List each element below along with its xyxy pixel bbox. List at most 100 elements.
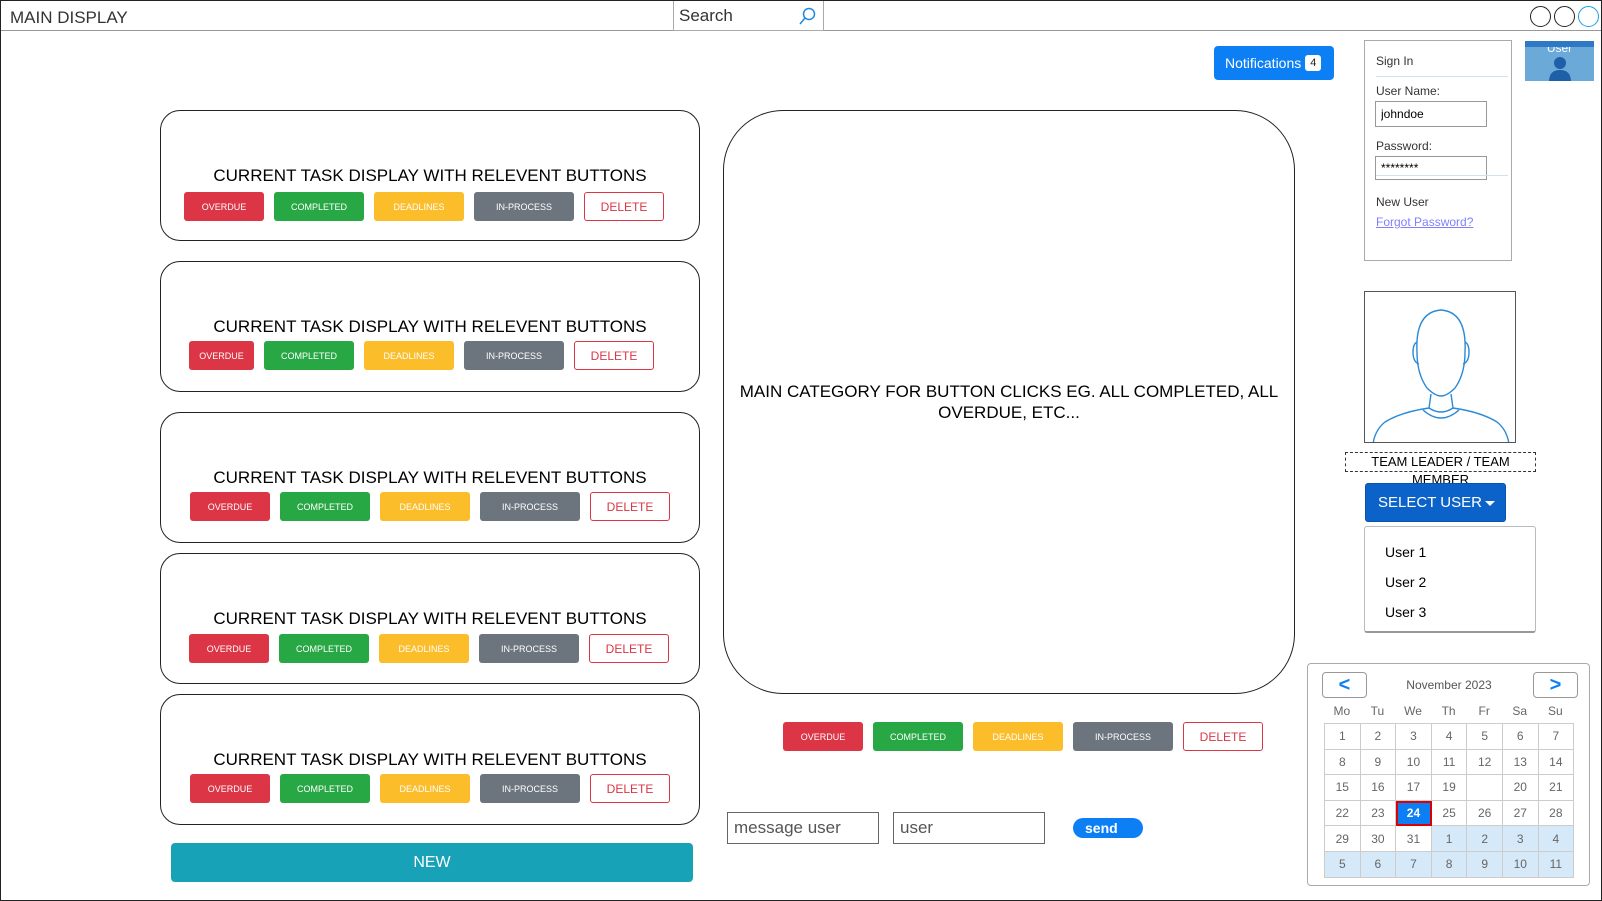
calendar-day[interactable]: 23 [1360,800,1397,827]
maximize-icon[interactable] [1554,6,1575,27]
username-field[interactable] [1375,101,1487,127]
delete-button[interactable]: DELETE [574,341,654,370]
calendar-day[interactable]: 22 [1325,800,1361,827]
calendar-day[interactable]: 25 [1431,800,1468,827]
calendar-day[interactable]: 10 [1502,851,1539,878]
deadlines-button[interactable]: DEADLINES [374,192,464,221]
delete-button[interactable]: DELETE [590,492,670,521]
calendar-day[interactable]: 4 [1431,724,1468,750]
task-button-row: OVERDUE COMPLETED DEADLINES IN-PROCESS D… [189,634,679,663]
forgot-password-link[interactable]: Forgot Password? [1376,215,1473,229]
calendar-day[interactable]: 19 [1431,775,1468,801]
calendar-day[interactable]: 17 [1396,775,1432,801]
calendar-day[interactable]: 15 [1325,775,1361,801]
calendar-day[interactable]: 8 [1431,851,1468,878]
calendar-day[interactable]: 9 [1360,749,1397,776]
overdue-button[interactable]: OVERDUE [189,634,269,663]
in-process-button[interactable]: IN-PROCESS [480,492,580,521]
calendar-day[interactable]: 21 [1538,775,1575,801]
completed-button[interactable]: COMPLETED [280,774,370,803]
deadlines-button[interactable]: DEADLINES [379,634,469,663]
deadlines-button[interactable]: DEADLINES [380,774,470,803]
calendar-day[interactable]: 14 [1538,749,1575,776]
notifications-button[interactable]: Notifications 4 [1214,46,1334,80]
calendar-day[interactable]: 2 [1467,826,1503,852]
calendar-day[interactable]: 6 [1502,724,1539,750]
in-process-button[interactable]: IN-PROCESS [1073,722,1173,751]
calendar-day[interactable]: 30 [1360,826,1397,852]
password-field[interactable] [1375,156,1487,180]
calendar-day[interactable]: 3 [1396,724,1432,750]
overdue-button[interactable]: OVERDUE [190,492,270,521]
calendar-day[interactable]: 2 [1360,724,1397,750]
profile-avatar [1364,291,1516,443]
search-box[interactable] [673,1,824,31]
completed-button[interactable]: COMPLETED [274,192,364,221]
calendar-day[interactable]: 5 [1325,851,1361,878]
calendar-day[interactable]: 27 [1502,800,1539,827]
calendar-day[interactable]: 16 [1360,775,1397,801]
calendar-day[interactable]: 1 [1325,724,1361,750]
new-user-link[interactable]: New User [1376,195,1429,209]
completed-button[interactable]: COMPLETED [280,492,370,521]
delete-button[interactable]: DELETE [589,634,669,663]
search-icon[interactable] [797,6,817,26]
in-process-button[interactable]: IN-PROCESS [464,341,564,370]
in-process-button[interactable]: IN-PROCESS [474,192,574,221]
completed-button[interactable]: COMPLETED [264,341,354,370]
calendar-day[interactable]: 8 [1325,749,1361,776]
calendar-day[interactable]: 7 [1538,724,1575,750]
calendar-day[interactable]: 29 [1325,826,1361,852]
close-icon[interactable] [1578,6,1599,27]
user-option[interactable]: User 3 [1385,604,1426,620]
overdue-button[interactable]: OVERDUE [189,341,254,370]
calendar-day[interactable]: 1 [1431,826,1468,852]
new-task-button[interactable]: NEW [171,843,693,882]
task-button-row: OVERDUE COMPLETED DEADLINES IN-PROCESS D… [190,774,680,803]
overdue-button[interactable]: OVERDUE [783,722,863,751]
user-account-tile[interactable]: User [1525,41,1594,81]
message-user-input[interactable] [727,812,879,844]
prev-month-button[interactable]: < [1322,672,1367,698]
delete-button[interactable]: DELETE [590,774,670,803]
recipient-user-input[interactable] [893,812,1045,844]
next-month-button[interactable]: > [1533,672,1578,698]
calendar-day-selected[interactable]: 24 [1396,800,1432,827]
calendar-day[interactable]: 11 [1431,749,1468,776]
user-option[interactable]: User 1 [1385,544,1426,560]
calendar-day[interactable]: 10 [1396,749,1432,776]
main-button-row: OVERDUE COMPLETED DEADLINES IN-PROCESS D… [783,722,1273,751]
calendar-day[interactable]: 26 [1467,800,1503,827]
calendar-day[interactable]: 28 [1538,800,1575,827]
overdue-button[interactable]: OVERDUE [184,192,264,221]
send-button[interactable]: send [1073,818,1143,838]
in-process-button[interactable]: IN-PROCESS [480,774,580,803]
calendar-day[interactable]: 11 [1538,851,1575,878]
calendar-day[interactable]: 3 [1502,826,1539,852]
top-bar: MAIN DISPLAY [1,1,1601,31]
calendar-day[interactable]: 4 [1538,826,1575,852]
user-option[interactable]: User 2 [1385,574,1426,590]
task-card: CURRENT TASK DISPLAY WITH RELEVENT BUTTO… [160,110,700,241]
deadlines-button[interactable]: DEADLINES [364,341,454,370]
in-process-button[interactable]: IN-PROCESS [479,634,579,663]
overdue-button[interactable]: OVERDUE [190,774,270,803]
calendar-day[interactable]: 5 [1467,724,1503,750]
deadlines-button[interactable]: DEADLINES [380,492,470,521]
calendar-day[interactable]: 7 [1396,851,1432,878]
delete-button[interactable]: DELETE [584,192,664,221]
calendar-day[interactable]: 9 [1467,851,1503,878]
search-input[interactable] [679,4,799,28]
task-card: CURRENT TASK DISPLAY WITH RELEVENT BUTTO… [160,261,700,392]
select-user-dropdown[interactable]: SELECT USER [1365,483,1506,522]
calendar-day[interactable]: 6 [1360,851,1397,878]
delete-button[interactable]: DELETE [1183,722,1263,751]
calendar-day[interactable]: 13 [1502,749,1539,776]
minimize-icon[interactable] [1530,6,1551,27]
deadlines-button[interactable]: DEADLINES [973,722,1063,751]
calendar-day[interactable]: 12 [1467,749,1503,776]
calendar-day[interactable]: 20 [1502,775,1539,801]
calendar-day[interactable]: 31 [1396,826,1432,852]
completed-button[interactable]: COMPLETED [873,722,963,751]
completed-button[interactable]: COMPLETED [279,634,369,663]
